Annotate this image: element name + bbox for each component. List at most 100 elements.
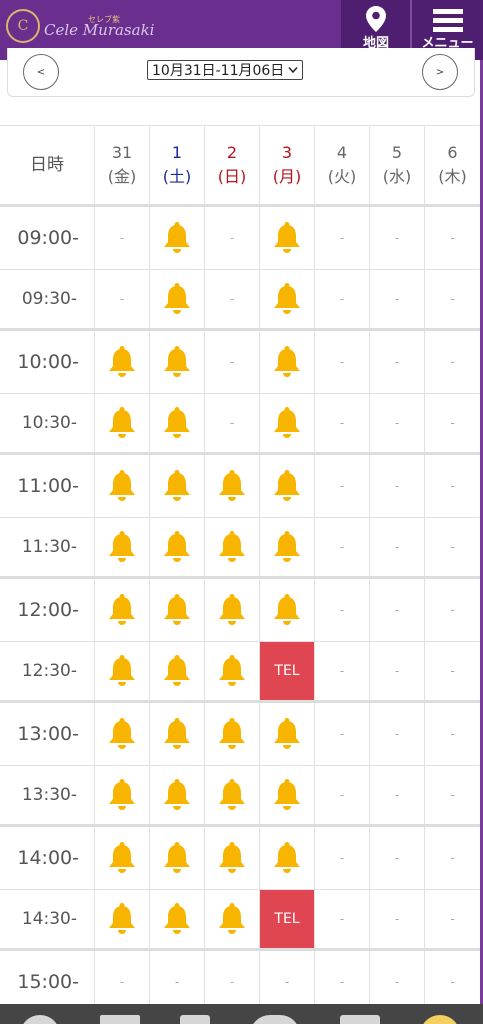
available-slot[interactable] <box>205 642 260 700</box>
unavailable-dash: - <box>119 975 125 989</box>
unavailable-slot: - <box>95 270 150 328</box>
available-slot[interactable] <box>95 703 150 765</box>
available-slot[interactable] <box>95 331 150 393</box>
available-slot[interactable] <box>205 890 260 948</box>
date-range-select[interactable]: 10月31日-11月06日 <box>147 60 304 80</box>
unavailable-slot: - <box>425 207 480 269</box>
unavailable-dash: - <box>284 975 290 989</box>
available-slot[interactable] <box>95 579 150 641</box>
unavailable-dash: - <box>450 912 455 926</box>
unavailable-dash: - <box>174 975 180 989</box>
available-slot[interactable] <box>205 579 260 641</box>
time-slot-row: 12:30- TEL - - - <box>0 642 480 703</box>
unavailable-slot: - <box>370 703 425 765</box>
unavailable-slot: - <box>205 207 260 269</box>
available-slot[interactable] <box>95 827 150 889</box>
bell-icon <box>274 407 300 438</box>
time-label: 09:30- <box>0 270 95 328</box>
available-slot[interactable] <box>150 394 205 452</box>
available-slot[interactable] <box>150 642 205 700</box>
available-slot[interactable] <box>260 766 315 824</box>
bell-icon <box>274 718 300 749</box>
bell-icon <box>109 842 135 873</box>
schedule-table: 日時 31 (金) 1 (土) 2 (日) 3 (月) 4 (火) 5 (水) 6 (木) 09:00- -… <box>0 125 480 1014</box>
bottom-nav-icon[interactable] <box>340 1015 380 1024</box>
time-slot-row: 13:30- - - - <box>0 766 480 827</box>
chevron-down-icon <box>288 67 298 74</box>
available-slot[interactable] <box>95 455 150 517</box>
available-slot[interactable] <box>150 703 205 765</box>
available-slot[interactable] <box>260 455 315 517</box>
bottom-nav-icon[interactable] <box>250 1015 300 1024</box>
unavailable-dash: - <box>450 479 455 493</box>
day-of-week: (日) <box>217 167 247 186</box>
date-navigation: < 10月31日-11月06日 > <box>7 48 475 97</box>
tel-label: TEL <box>260 890 314 948</box>
available-slot[interactable] <box>95 642 150 700</box>
bottom-nav-icon[interactable] <box>100 1015 140 1024</box>
available-slot[interactable] <box>95 518 150 576</box>
unavailable-slot: - <box>315 331 370 393</box>
available-slot[interactable] <box>260 270 315 328</box>
unavailable-dash: - <box>394 912 400 926</box>
unavailable-dash: - <box>394 540 400 554</box>
available-slot[interactable] <box>205 766 260 824</box>
available-slot[interactable] <box>260 827 315 889</box>
bell-icon <box>274 531 300 562</box>
prev-week-button[interactable]: < <box>23 54 59 90</box>
unavailable-dash: - <box>450 788 455 802</box>
available-slot[interactable] <box>205 703 260 765</box>
time-slot-row: 12:00- - - - <box>0 579 480 642</box>
unavailable-dash: - <box>339 603 345 617</box>
time-label: 14:00- <box>0 827 95 889</box>
bell-icon <box>164 718 190 749</box>
bell-icon <box>109 470 135 501</box>
available-slot[interactable] <box>150 827 205 889</box>
available-slot[interactable] <box>150 455 205 517</box>
logo[interactable]: C Cele Murasaki セレブ紫 <box>6 6 154 46</box>
available-slot[interactable] <box>150 518 205 576</box>
available-slot[interactable] <box>260 331 315 393</box>
available-slot[interactable] <box>260 518 315 576</box>
unavailable-dash: - <box>450 231 455 245</box>
available-slot[interactable] <box>260 207 315 269</box>
day-header: 3 (月) <box>260 126 315 204</box>
bottom-nav-icon[interactable] <box>420 1015 460 1024</box>
unavailable-dash: - <box>119 292 125 306</box>
bottom-nav-icon[interactable] <box>180 1015 210 1024</box>
unavailable-dash: - <box>339 540 345 554</box>
bell-icon <box>164 842 190 873</box>
available-slot[interactable] <box>150 270 205 328</box>
available-slot[interactable] <box>150 766 205 824</box>
unavailable-slot: - <box>425 579 480 641</box>
bell-icon <box>274 222 300 253</box>
available-slot[interactable] <box>95 394 150 452</box>
available-slot[interactable] <box>260 394 315 452</box>
unavailable-dash: - <box>339 975 345 989</box>
bell-icon <box>219 655 245 686</box>
unavailable-slot: - <box>205 331 260 393</box>
day-of-week: (土) <box>162 167 192 186</box>
available-slot[interactable] <box>150 890 205 948</box>
available-slot[interactable] <box>150 579 205 641</box>
unavailable-dash: - <box>339 727 345 741</box>
available-slot[interactable] <box>95 766 150 824</box>
available-slot[interactable] <box>95 890 150 948</box>
bottom-nav-icon[interactable] <box>20 1015 60 1024</box>
bell-icon <box>164 222 190 253</box>
day-header: 1 (土) <box>150 126 205 204</box>
available-slot[interactable] <box>150 207 205 269</box>
available-slot[interactable] <box>205 518 260 576</box>
time-slot-row: 11:30- - - - <box>0 518 480 579</box>
bell-icon <box>164 594 190 625</box>
unavailable-slot: - <box>370 518 425 576</box>
available-slot[interactable] <box>205 455 260 517</box>
unavailable-dash: - <box>339 355 345 369</box>
available-slot[interactable] <box>260 579 315 641</box>
available-slot[interactable] <box>150 331 205 393</box>
available-slot[interactable] <box>205 827 260 889</box>
tel-slot[interactable]: TEL <box>260 890 315 948</box>
tel-slot[interactable]: TEL <box>260 642 315 700</box>
available-slot[interactable] <box>260 703 315 765</box>
next-week-button[interactable]: > <box>422 54 458 90</box>
